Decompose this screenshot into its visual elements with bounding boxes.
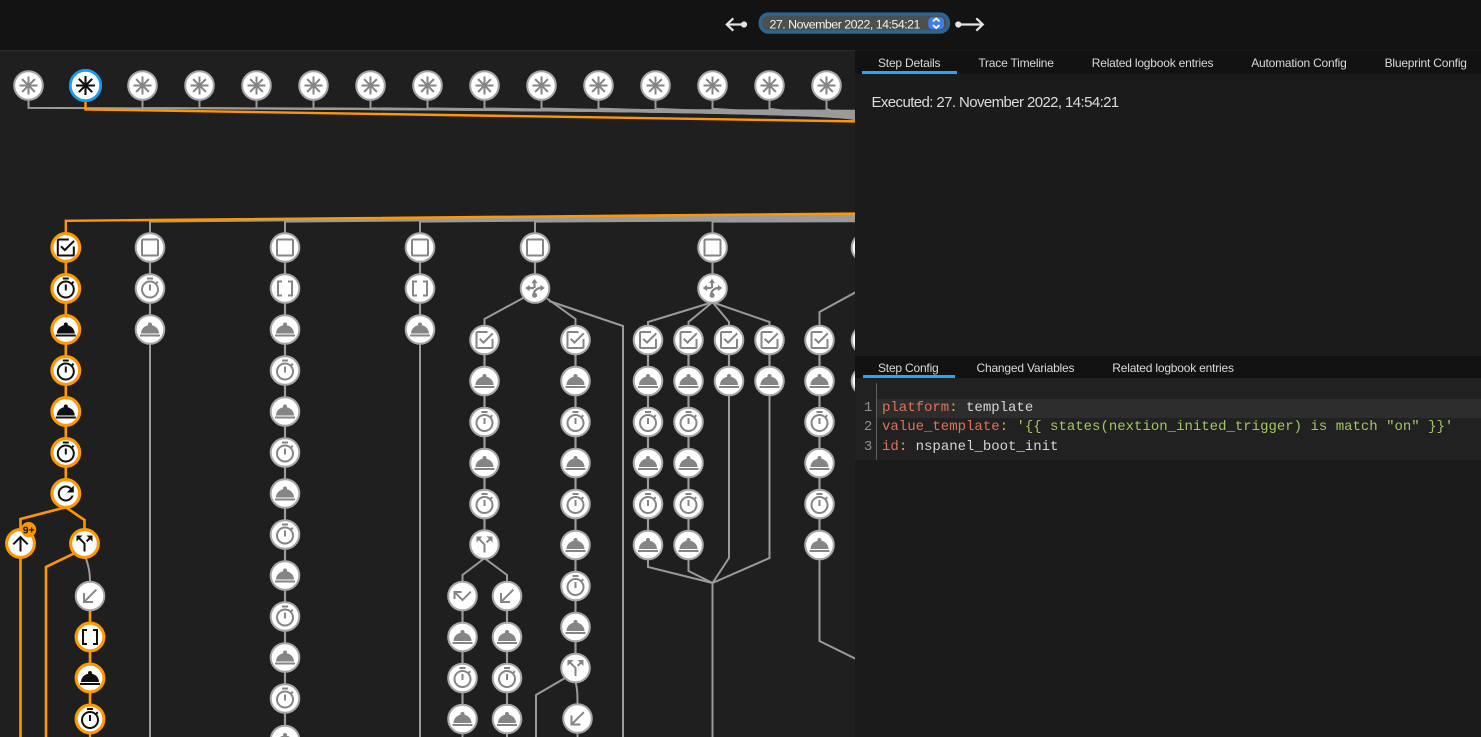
svg-text:27. November 2022, 14:54:21: 27. November 2022, 14:54:21 (770, 18, 921, 32)
svg-text:9+: 9+ (23, 524, 35, 536)
